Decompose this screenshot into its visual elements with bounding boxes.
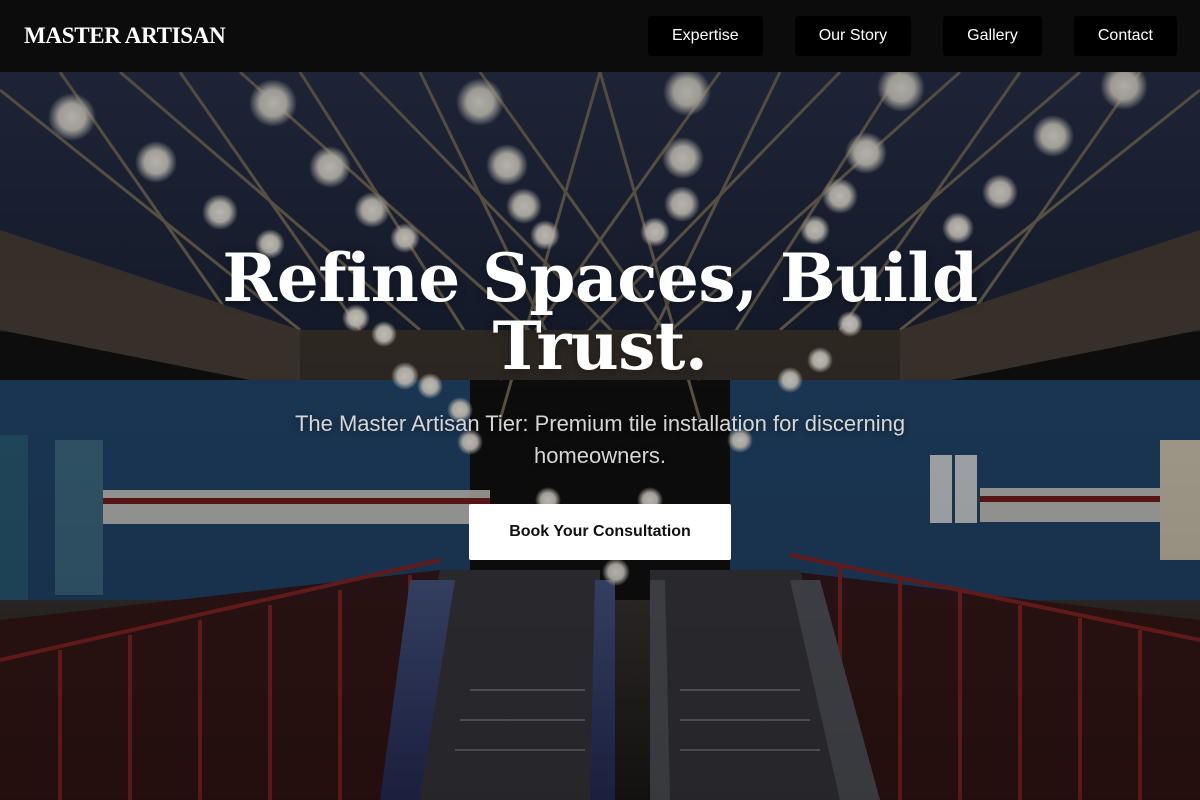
nav-link-expertise[interactable]: Expertise [648,16,763,56]
brand-logo[interactable]: MASTER ARTISAN [24,22,226,50]
nav-link-our-story[interactable]: Our Story [794,16,912,56]
nav-link-contact[interactable]: Contact [1073,16,1177,56]
hero-section: Refine Spaces, Build Trust. The Master A… [0,0,1200,800]
nav-links: Expertise Our Story Gallery Contact [648,16,1177,56]
book-consultation-button[interactable]: Book Your Consultation [469,504,731,560]
nav-link-gallery[interactable]: Gallery [943,16,1042,56]
hero-title: Refine Spaces, Build Trust. [222,239,978,385]
page: MASTER ARTISAN Expertise Our Story Galle… [0,0,1200,800]
hero-subtitle: The Master Artisan Tier: Premium tile in… [294,411,906,468]
top-navigation: MASTER ARTISAN Expertise Our Story Galle… [0,0,1200,72]
